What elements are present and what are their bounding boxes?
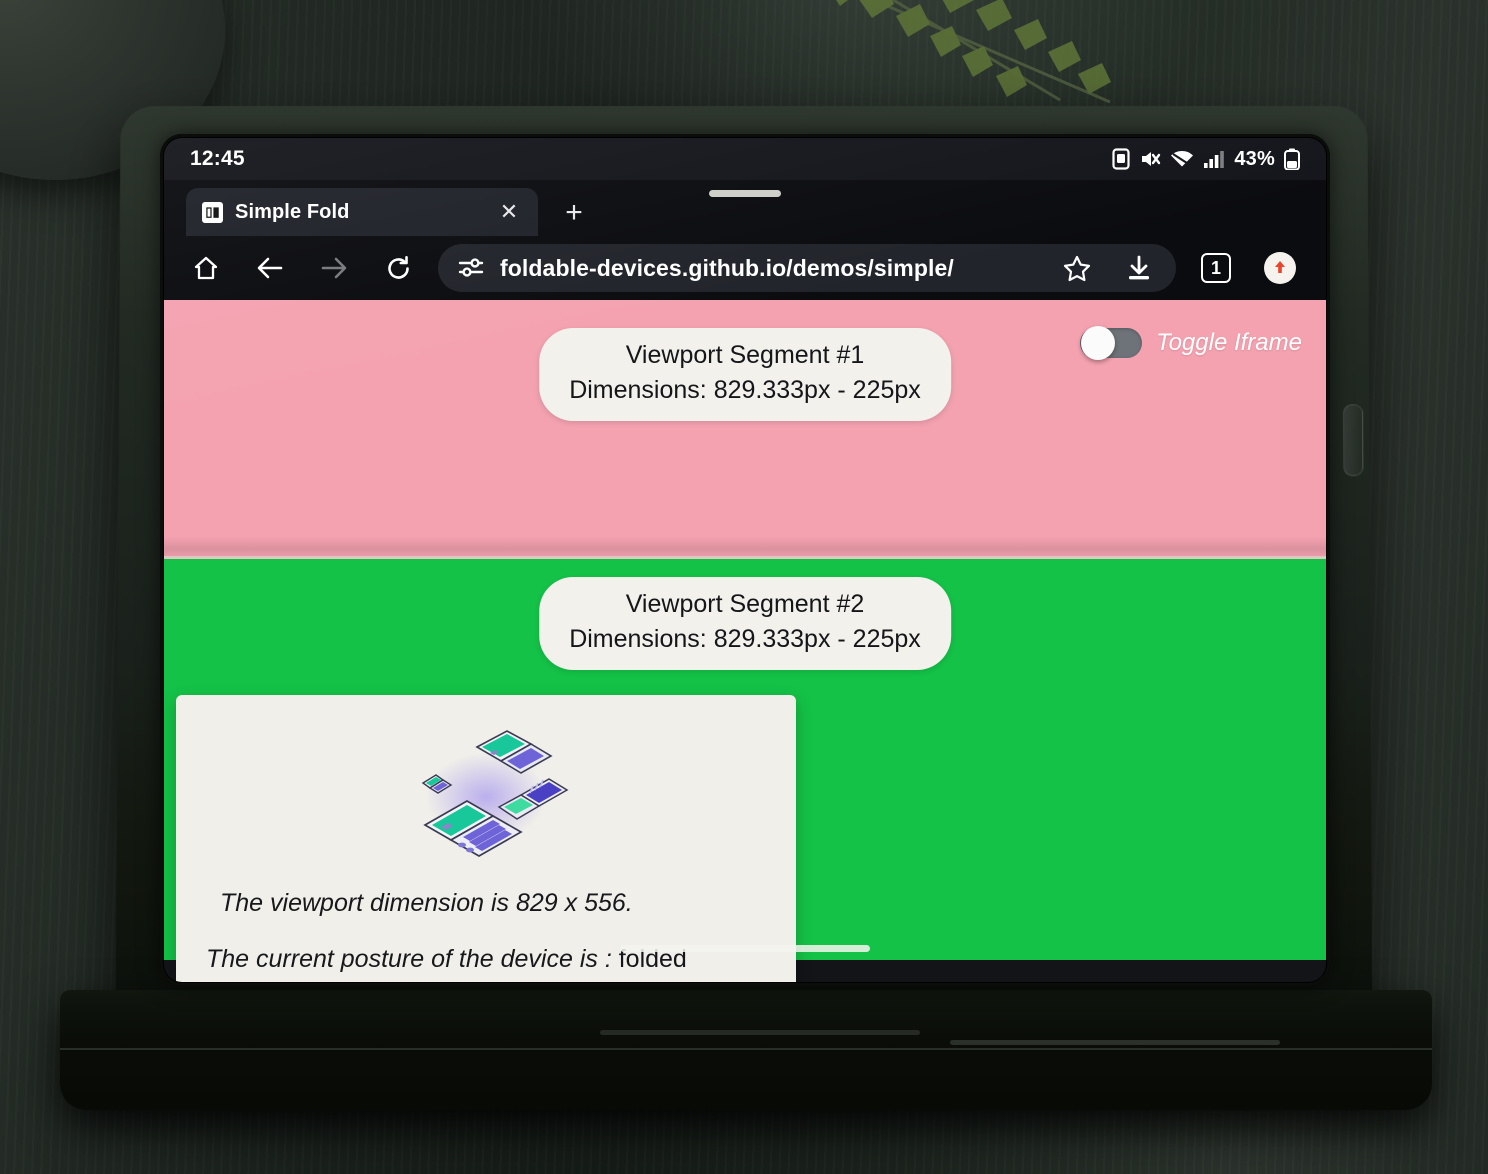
close-tab-icon[interactable]: ✕ (494, 201, 524, 223)
url-text: foldable-devices.github.io/demos/simple/ (500, 254, 954, 281)
reload-icon (387, 255, 409, 279)
segment-2-dimensions: Dimensions: 829.333px - 225px (569, 624, 921, 653)
toggle-iframe-control[interactable]: Toggle Iframe (1080, 326, 1302, 360)
status-clock: 12:45 (190, 147, 245, 170)
browser-tab-strip: ▯▮ Simple Fold ✕ + (164, 180, 1326, 236)
device-posture-text: The current posture of the device is : f… (206, 945, 687, 974)
home-button[interactable] (174, 236, 238, 300)
tab-count: 1 (1201, 253, 1231, 283)
signal-icon (1204, 151, 1225, 168)
plant-frond (836, 0, 1111, 104)
address-bar[interactable]: foldable-devices.github.io/demos/simple/ (438, 244, 1176, 292)
case-seam-right (950, 1040, 1280, 1045)
foldable-devices-illustration-icon (421, 730, 569, 857)
screenshot-icon (1112, 148, 1130, 170)
download-button[interactable] (1116, 255, 1162, 282)
viewport-dimension-text: The viewport dimension is 829 x 556. (220, 889, 633, 917)
android-status-bar: 12:45 43% (164, 138, 1326, 180)
wifi-icon (1171, 151, 1194, 167)
tab-favicon-icon: ▯▮ (202, 201, 223, 223)
web-page: Viewport Segment #1 Dimensions: 829.333p… (164, 300, 1326, 982)
forward-arrow-icon (321, 257, 347, 279)
device-case-bottom (60, 990, 1432, 1110)
browser-toolbar: foldable-devices.github.io/demos/simple/ (164, 236, 1326, 300)
new-tab-button[interactable]: + (554, 198, 594, 228)
tab-switcher-button[interactable]: 1 (1184, 236, 1248, 300)
browser-tab[interactable]: ▯▮ Simple Fold ✕ (186, 188, 538, 236)
back-arrow-icon (257, 257, 283, 279)
battery-percent: 43% (1234, 147, 1275, 170)
segment-1-title: Viewport Segment #1 (625, 341, 865, 369)
case-rim (60, 1048, 1432, 1050)
toggle-knob (1081, 326, 1116, 360)
reload-button[interactable] (366, 236, 430, 300)
case-seam-left (600, 1030, 920, 1035)
star-icon (1063, 255, 1091, 281)
toggle-iframe-label: Toggle Iframe (1156, 329, 1302, 356)
tab-title: Simple Fold (235, 200, 350, 223)
segment-1-label: Viewport Segment #1 Dimensions: 829.333p… (539, 328, 951, 421)
back-button[interactable] (238, 236, 302, 300)
device-bezel: 12:45 43% ▯▮ Simple Fold ✕ + foldable-de… (160, 134, 1330, 986)
device-screen: 12:45 43% ▯▮ Simple Fold ✕ + foldable-de… (164, 138, 1326, 982)
forward-button[interactable] (302, 236, 366, 300)
home-icon (194, 256, 218, 280)
bookmark-button[interactable] (1054, 255, 1100, 282)
info-card: The viewport dimension is 829 x 556. The… (176, 695, 796, 982)
viewport-segment-2: Viewport Segment #2 Dimensions: 829.333p… (164, 559, 1326, 982)
viewport-segment-1: Viewport Segment #1 Dimensions: 829.333p… (164, 300, 1326, 556)
profile-button[interactable] (1248, 236, 1312, 300)
photo-scene: 12:45 43% ▯▮ Simple Fold ✕ + foldable-de… (0, 0, 1488, 1174)
status-icons: 43% (1112, 148, 1300, 171)
profile-icon (1264, 252, 1296, 284)
window-drag-handle[interactable] (709, 190, 781, 197)
battery-icon (1284, 148, 1300, 170)
segment-2-label: Viewport Segment #2 Dimensions: 829.333p… (539, 577, 951, 670)
segment-2-title: Viewport Segment #2 (625, 590, 865, 618)
posture-prefix: The current posture of the device is : (206, 945, 619, 973)
toggle-iframe-switch[interactable] (1080, 326, 1143, 360)
power-button[interactable] (1343, 404, 1364, 477)
navigation-gesture-bar[interactable] (620, 945, 870, 952)
segment-1-dimensions: Dimensions: 829.333px - 225px (569, 375, 921, 404)
download-icon (1129, 255, 1149, 279)
profile-glyph-icon (1269, 257, 1291, 279)
mute-icon (1142, 152, 1161, 166)
tune-icon (458, 258, 484, 277)
